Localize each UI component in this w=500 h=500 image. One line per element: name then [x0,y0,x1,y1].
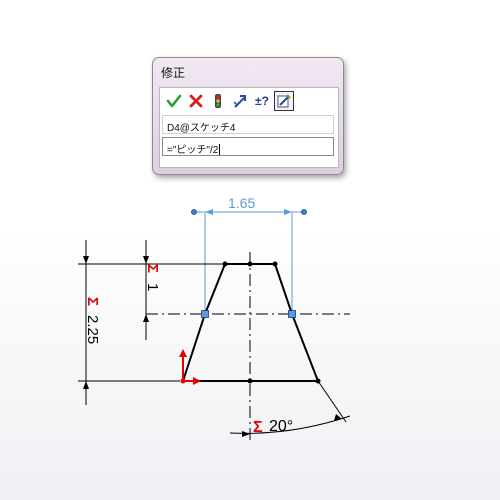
angle-dimension[interactable]: Σ 20° [229,380,351,437]
total-height-value: 2.25 [84,315,101,344]
trapezoid-sketch [146,252,350,440]
selected-endpoint-left[interactable] [201,310,209,318]
equation-sigma-icon: Σ [144,264,161,273]
drag-handle-right[interactable] [301,209,307,215]
sketch-point [222,261,228,267]
top-width-value: 1.65 [228,195,255,211]
upper-height-value: 1 [144,283,161,291]
sketch-point [247,261,253,267]
drag-handle-left[interactable] [191,209,197,215]
selected-endpoint-right[interactable] [288,310,296,318]
sketch-point [247,378,253,384]
top-width-dimension[interactable]: 1.65 [191,195,307,313]
angle-value: 20° [269,418,293,435]
total-height-dimension[interactable]: Σ 2.25 [78,240,180,405]
origin-icon [179,349,201,385]
equation-sigma-icon: Σ [253,419,263,436]
equation-sigma-icon: Σ [84,297,101,306]
sketch-canvas: 1.65 Σ 1 Σ 2.25 Σ 20° [78,195,351,440]
sketch-point [272,261,278,267]
upper-height-dimension[interactable]: Σ 1 [138,240,223,340]
